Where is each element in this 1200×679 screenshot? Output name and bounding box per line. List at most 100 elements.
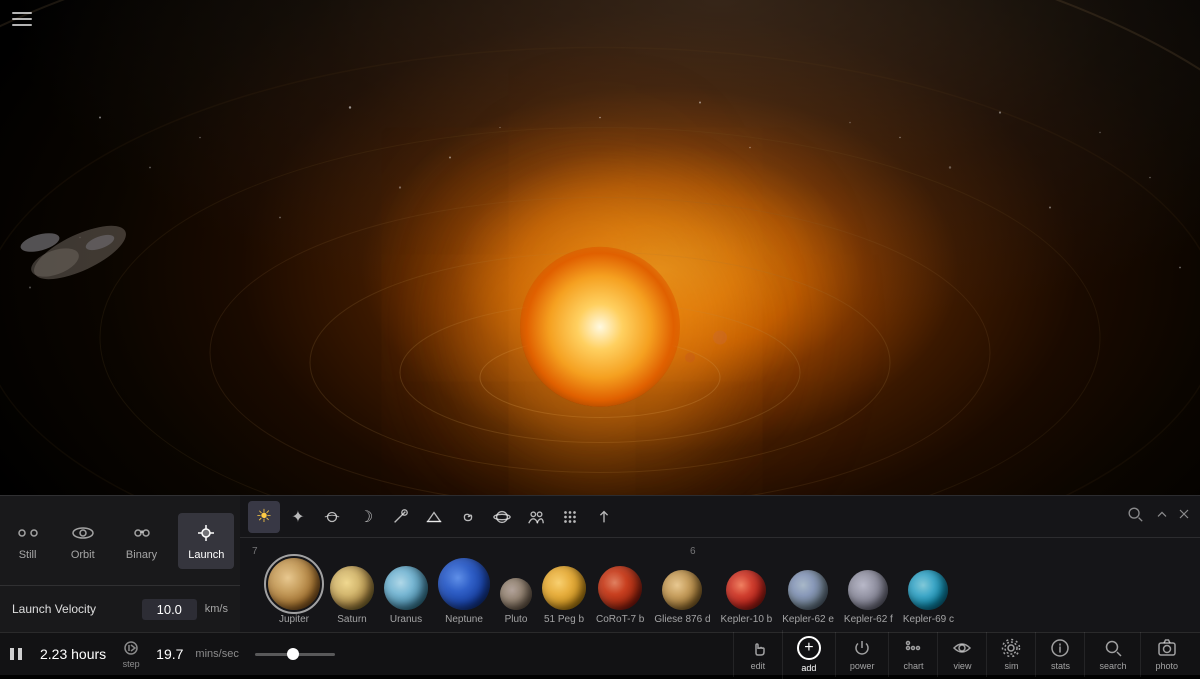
picker-arrow-icon[interactable] xyxy=(588,501,620,533)
planet-saturn[interactable]: Saturn xyxy=(330,566,374,625)
speed-slider[interactable] xyxy=(255,653,335,656)
corot7b-ball xyxy=(598,566,642,610)
view-label: view xyxy=(953,661,971,671)
planet-uranus[interactable]: Uranus xyxy=(384,566,428,625)
view-button[interactable]: view xyxy=(937,632,986,677)
info-icon xyxy=(1050,638,1070,658)
mode-still[interactable]: Still xyxy=(6,513,50,569)
mode-binary[interactable]: Binary xyxy=(116,513,167,569)
picker-close-icon[interactable] xyxy=(1176,506,1192,527)
planet-count-right: 6 xyxy=(690,546,696,557)
picker-planet-icon[interactable] xyxy=(316,501,348,533)
planet-kepler10b[interactable]: Kepler-10 b xyxy=(721,570,773,625)
planet-51pegb[interactable]: 51 Peg b xyxy=(542,566,586,625)
mode-selector: Still Orbit Binary Launch xyxy=(0,495,240,585)
hand-icon xyxy=(748,638,768,658)
add-circle-icon: + xyxy=(797,636,821,660)
edit-button[interactable]: edit xyxy=(733,632,782,677)
edit-label: edit xyxy=(751,661,766,671)
photo-label: photo xyxy=(1155,661,1178,671)
stats-label: stats xyxy=(1051,661,1070,671)
launch-velocity-panel: Launch Velocity 10.0 km/s xyxy=(0,585,240,632)
menu-button[interactable] xyxy=(12,12,32,26)
search-button[interactable]: search xyxy=(1084,632,1140,677)
jupiter-name: Jupiter xyxy=(279,614,309,625)
step-button[interactable]: step xyxy=(122,639,140,669)
kepler62f-ball xyxy=(848,570,888,610)
planet-corot7b[interactable]: CoRoT-7 b xyxy=(596,566,644,625)
picker-spiral-icon[interactable] xyxy=(452,501,484,533)
picker-sun-icon[interactable]: ☀ xyxy=(248,501,280,533)
speed-unit: mins/sec xyxy=(195,648,238,660)
picker-dots-icon[interactable] xyxy=(554,501,586,533)
planet-list: 7 6 Jupiter Saturn Uranus Neptune xyxy=(240,538,1200,633)
picker-hat-icon[interactable] xyxy=(418,501,450,533)
launch-velocity-value[interactable]: 10.0 xyxy=(142,599,197,620)
photo-button[interactable]: photo xyxy=(1140,632,1192,677)
uranus-ball xyxy=(384,566,428,610)
chart-button[interactable]: chart xyxy=(888,632,937,677)
planet-count-left: 7 xyxy=(252,546,258,557)
speed-slider-thumb xyxy=(287,648,299,660)
sim-label: sim xyxy=(1004,661,1018,671)
add-button[interactable]: + add xyxy=(782,630,835,679)
orbit-icon xyxy=(71,521,95,545)
gliese876d-ball xyxy=(662,570,702,610)
launch-velocity-label: Launch Velocity xyxy=(12,602,134,616)
51pegb-ball xyxy=(542,566,586,610)
planet-gliese876d[interactable]: Gliese 876 d xyxy=(654,570,710,625)
kepler10b-ball xyxy=(726,570,766,610)
kepler10b-name: Kepler-10 b xyxy=(721,614,773,625)
saturn-ball xyxy=(330,566,374,610)
search-label: search xyxy=(1099,661,1126,671)
photo-icon xyxy=(1157,638,1177,658)
pluto-name: Pluto xyxy=(505,614,528,625)
sim-button[interactable]: sim xyxy=(986,632,1035,677)
picker-people-icon[interactable] xyxy=(520,501,552,533)
51pegb-name: 51 Peg b xyxy=(544,614,584,625)
bottom-toolbar: edit + add power chart view xyxy=(733,630,1192,679)
neptune-name: Neptune xyxy=(445,614,483,625)
gliese876d-name: Gliese 876 d xyxy=(654,614,710,625)
launch-velocity-unit: km/s xyxy=(205,603,228,615)
neptune-ball xyxy=(438,558,490,610)
picker-comet-icon[interactable] xyxy=(384,501,416,533)
planet-kepler62e[interactable]: Kepler-62 e xyxy=(782,570,834,625)
pluto-ball xyxy=(500,578,532,610)
power-icon xyxy=(852,638,872,658)
sun xyxy=(520,246,680,406)
planet-picker: ☀ ✦ ☽ xyxy=(240,495,1200,632)
jupiter-ball xyxy=(268,558,320,610)
corot7b-name: CoRoT-7 b xyxy=(596,614,644,625)
picker-brightness-icon[interactable]: ✦ xyxy=(282,501,314,533)
stats-button[interactable]: stats xyxy=(1035,632,1084,677)
picker-ring-icon[interactable] xyxy=(486,501,518,533)
sim-icon xyxy=(1001,638,1021,658)
mode-launch[interactable]: Launch xyxy=(178,513,234,569)
bottom-panel: Still Orbit Binary Launch La xyxy=(0,495,1200,675)
speed-value: 19.7 xyxy=(156,646,183,662)
mode-orbit-label: Orbit xyxy=(71,549,95,561)
mode-orbit[interactable]: Orbit xyxy=(61,513,105,569)
picker-collapse-icon[interactable] xyxy=(1154,506,1170,527)
kepler62f-name: Kepler-62 f xyxy=(844,614,893,625)
planet-neptune[interactable]: Neptune xyxy=(438,558,490,625)
step-label: step xyxy=(123,659,140,669)
uranus-name: Uranus xyxy=(390,614,422,625)
eye-icon xyxy=(952,638,972,658)
mode-launch-label: Launch xyxy=(188,549,224,561)
planet-pluto[interactable]: Pluto xyxy=(500,578,532,625)
timeline-bar: 2.23 hours step 19.7 mins/sec edit + add xyxy=(0,632,1200,675)
still-icon xyxy=(16,521,40,545)
menu-line-2 xyxy=(12,18,32,20)
planet-kepler62f[interactable]: Kepler-62 f xyxy=(844,570,893,625)
binary-icon xyxy=(130,521,154,545)
planet-kepler69c[interactable]: Kepler-69 c xyxy=(903,570,954,625)
time-display: 2.23 hours xyxy=(40,646,106,662)
picker-moon-icon[interactable]: ☽ xyxy=(350,501,382,533)
picker-search-icon[interactable] xyxy=(1126,505,1144,528)
saturn-name: Saturn xyxy=(337,614,366,625)
power-button[interactable]: power xyxy=(835,632,889,677)
pause-button[interactable] xyxy=(8,646,24,662)
planet-jupiter[interactable]: Jupiter xyxy=(268,558,320,625)
